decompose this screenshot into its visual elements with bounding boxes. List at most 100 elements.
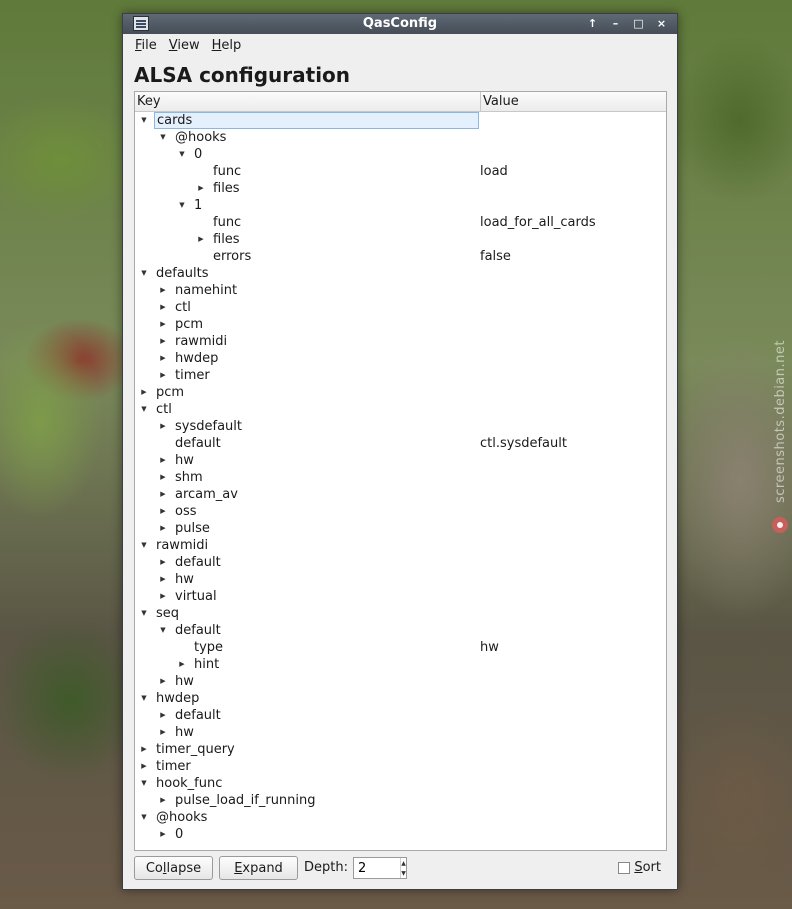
tree-row[interactable]: ▶ timer_query [135, 741, 666, 758]
tree-row[interactable]: type hw [135, 639, 666, 656]
column-header-key[interactable]: Key [135, 92, 481, 111]
tree-row[interactable]: ▶ default [135, 707, 666, 724]
sort-label[interactable]: Sort [634, 860, 661, 875]
tree-row[interactable]: ▼ seq [135, 605, 666, 622]
tree-row[interactable]: errors false [135, 248, 666, 265]
tree-row[interactable]: ▼ hook_func [135, 775, 666, 792]
spin-down-icon[interactable]: ▼ [401, 868, 406, 878]
collapsed-arrow-icon[interactable]: ▶ [158, 503, 168, 520]
collapsed-arrow-icon[interactable]: ▶ [158, 469, 168, 486]
collapsed-arrow-icon[interactable]: ▶ [158, 554, 168, 571]
collapsed-arrow-icon[interactable]: ▶ [158, 418, 168, 435]
tree-row[interactable]: ▶ sysdefault [135, 418, 666, 435]
collapsed-arrow-icon[interactable]: ▶ [158, 350, 168, 367]
tree-row[interactable]: ▶ timer [135, 367, 666, 384]
tree-row[interactable]: ▶ arcam_av [135, 486, 666, 503]
column-header-value[interactable]: Value [481, 92, 666, 111]
config-tree[interactable]: Key Value ▼ cards ▼ @hooks ▼ 0 func load ▶ files ▼… [134, 91, 667, 851]
tree-row[interactable]: ▶ pulse [135, 520, 666, 537]
minimize-button[interactable]: – [606, 16, 625, 31]
collapsed-arrow-icon[interactable]: ▶ [158, 792, 168, 809]
close-button[interactable]: × [652, 16, 671, 31]
tree-row[interactable]: ▶ files [135, 231, 666, 248]
expanded-arrow-icon[interactable]: ▼ [139, 537, 149, 554]
collapsed-arrow-icon[interactable]: ▶ [196, 180, 206, 197]
tree-row[interactable]: ▶ hw [135, 452, 666, 469]
tree-row[interactable]: ▶ timer [135, 758, 666, 775]
tree-row[interactable]: ▼ 1 [135, 197, 666, 214]
tree-row[interactable]: ▶ virtual [135, 588, 666, 605]
tree-row[interactable]: default ctl.sysdefault [135, 435, 666, 452]
expanded-arrow-icon[interactable]: ▼ [139, 112, 149, 129]
depth-input[interactable] [354, 858, 400, 878]
tree-row[interactable]: ▶ hwdep [135, 350, 666, 367]
tree-row[interactable]: ▶ hw [135, 724, 666, 741]
tree-row[interactable]: ▶ hw [135, 673, 666, 690]
collapsed-arrow-icon[interactable]: ▶ [158, 333, 168, 350]
expanded-arrow-icon[interactable]: ▼ [139, 809, 149, 826]
collapsed-arrow-icon[interactable]: ▶ [158, 316, 168, 333]
expanded-arrow-icon[interactable]: ▼ [139, 690, 149, 707]
depth-spinbox[interactable]: ▲ ▼ [353, 857, 407, 879]
keep-above-button[interactable]: ↑ [583, 16, 602, 31]
collapsed-arrow-icon[interactable]: ▶ [139, 384, 149, 401]
collapsed-arrow-icon[interactable]: ▶ [177, 656, 187, 673]
collapsed-arrow-icon[interactable]: ▶ [158, 571, 168, 588]
tree-row[interactable]: func load_for_all_cards [135, 214, 666, 231]
tree-row[interactable]: ▼ @hooks [135, 809, 666, 826]
tree-row[interactable]: ▶ hw [135, 571, 666, 588]
menu-help[interactable]: Help [206, 36, 248, 55]
spin-up-icon[interactable]: ▲ [401, 858, 406, 868]
title-bar[interactable]: QasConfig ↑ – □ × [123, 14, 677, 34]
tree-row[interactable]: ▶ files [135, 180, 666, 197]
tree-row[interactable]: ▶ namehint [135, 282, 666, 299]
tree-row[interactable]: ▼ 0 [135, 146, 666, 163]
collapsed-arrow-icon[interactable]: ▶ [158, 520, 168, 537]
expanded-arrow-icon[interactable]: ▼ [139, 775, 149, 792]
collapsed-arrow-icon[interactable]: ▶ [158, 724, 168, 741]
tree-row[interactable]: ▶ oss [135, 503, 666, 520]
collapsed-arrow-icon[interactable]: ▶ [139, 758, 149, 775]
tree-row[interactable]: ▼ hwdep [135, 690, 666, 707]
tree-row[interactable]: ▼ ctl [135, 401, 666, 418]
expanded-arrow-icon[interactable]: ▼ [158, 622, 168, 639]
tree-row[interactable]: ▼ default [135, 622, 666, 639]
tree-row[interactable]: ▶ hint [135, 656, 666, 673]
expanded-arrow-icon[interactable]: ▼ [177, 146, 187, 163]
tree-row[interactable]: ▶ 0 [135, 826, 666, 843]
expanded-arrow-icon[interactable]: ▼ [177, 197, 187, 214]
tree-row[interactable]: ▶ pcm [135, 316, 666, 333]
expanded-arrow-icon[interactable]: ▼ [139, 605, 149, 622]
collapsed-arrow-icon[interactable]: ▶ [158, 588, 168, 605]
tree-row[interactable]: ▶ shm [135, 469, 666, 486]
collapsed-arrow-icon[interactable]: ▶ [158, 673, 168, 690]
tree-row[interactable]: ▶ pcm [135, 384, 666, 401]
tree-row[interactable]: ▶ pulse_load_if_running [135, 792, 666, 809]
collapsed-arrow-icon[interactable]: ▶ [158, 826, 168, 843]
tree-row[interactable]: ▼ cards [135, 112, 666, 129]
expanded-arrow-icon[interactable]: ▼ [158, 129, 168, 146]
expanded-arrow-icon[interactable]: ▼ [139, 401, 149, 418]
sort-checkbox[interactable]: Sort [618, 860, 661, 875]
collapsed-arrow-icon[interactable]: ▶ [196, 231, 206, 248]
menu-file[interactable]: File [129, 36, 163, 55]
tree-row[interactable]: ▶ default [135, 554, 666, 571]
collapsed-arrow-icon[interactable]: ▶ [139, 741, 149, 758]
expanded-arrow-icon[interactable]: ▼ [139, 265, 149, 282]
sort-checkbox-box[interactable] [618, 861, 631, 874]
collapsed-arrow-icon[interactable]: ▶ [158, 486, 168, 503]
collapsed-arrow-icon[interactable]: ▶ [158, 707, 168, 724]
tree-row[interactable]: ▼ defaults [135, 265, 666, 282]
collapse-button[interactable]: Co l lapse [134, 856, 213, 880]
depth-stepper[interactable]: ▲ ▼ [400, 858, 406, 878]
menu-view[interactable]: View [163, 36, 206, 55]
expand-button[interactable]: Expand [219, 856, 298, 880]
tree-row[interactable]: func load [135, 163, 666, 180]
tree-row[interactable]: ▼ rawmidi [135, 537, 666, 554]
tree-row[interactable]: ▶ rawmidi [135, 333, 666, 350]
tree-row[interactable]: ▼ @hooks [135, 129, 666, 146]
collapsed-arrow-icon[interactable]: ▶ [158, 299, 168, 316]
tree-row[interactable]: ▶ ctl [135, 299, 666, 316]
collapsed-arrow-icon[interactable]: ▶ [158, 452, 168, 469]
maximize-button[interactable]: □ [629, 16, 648, 31]
